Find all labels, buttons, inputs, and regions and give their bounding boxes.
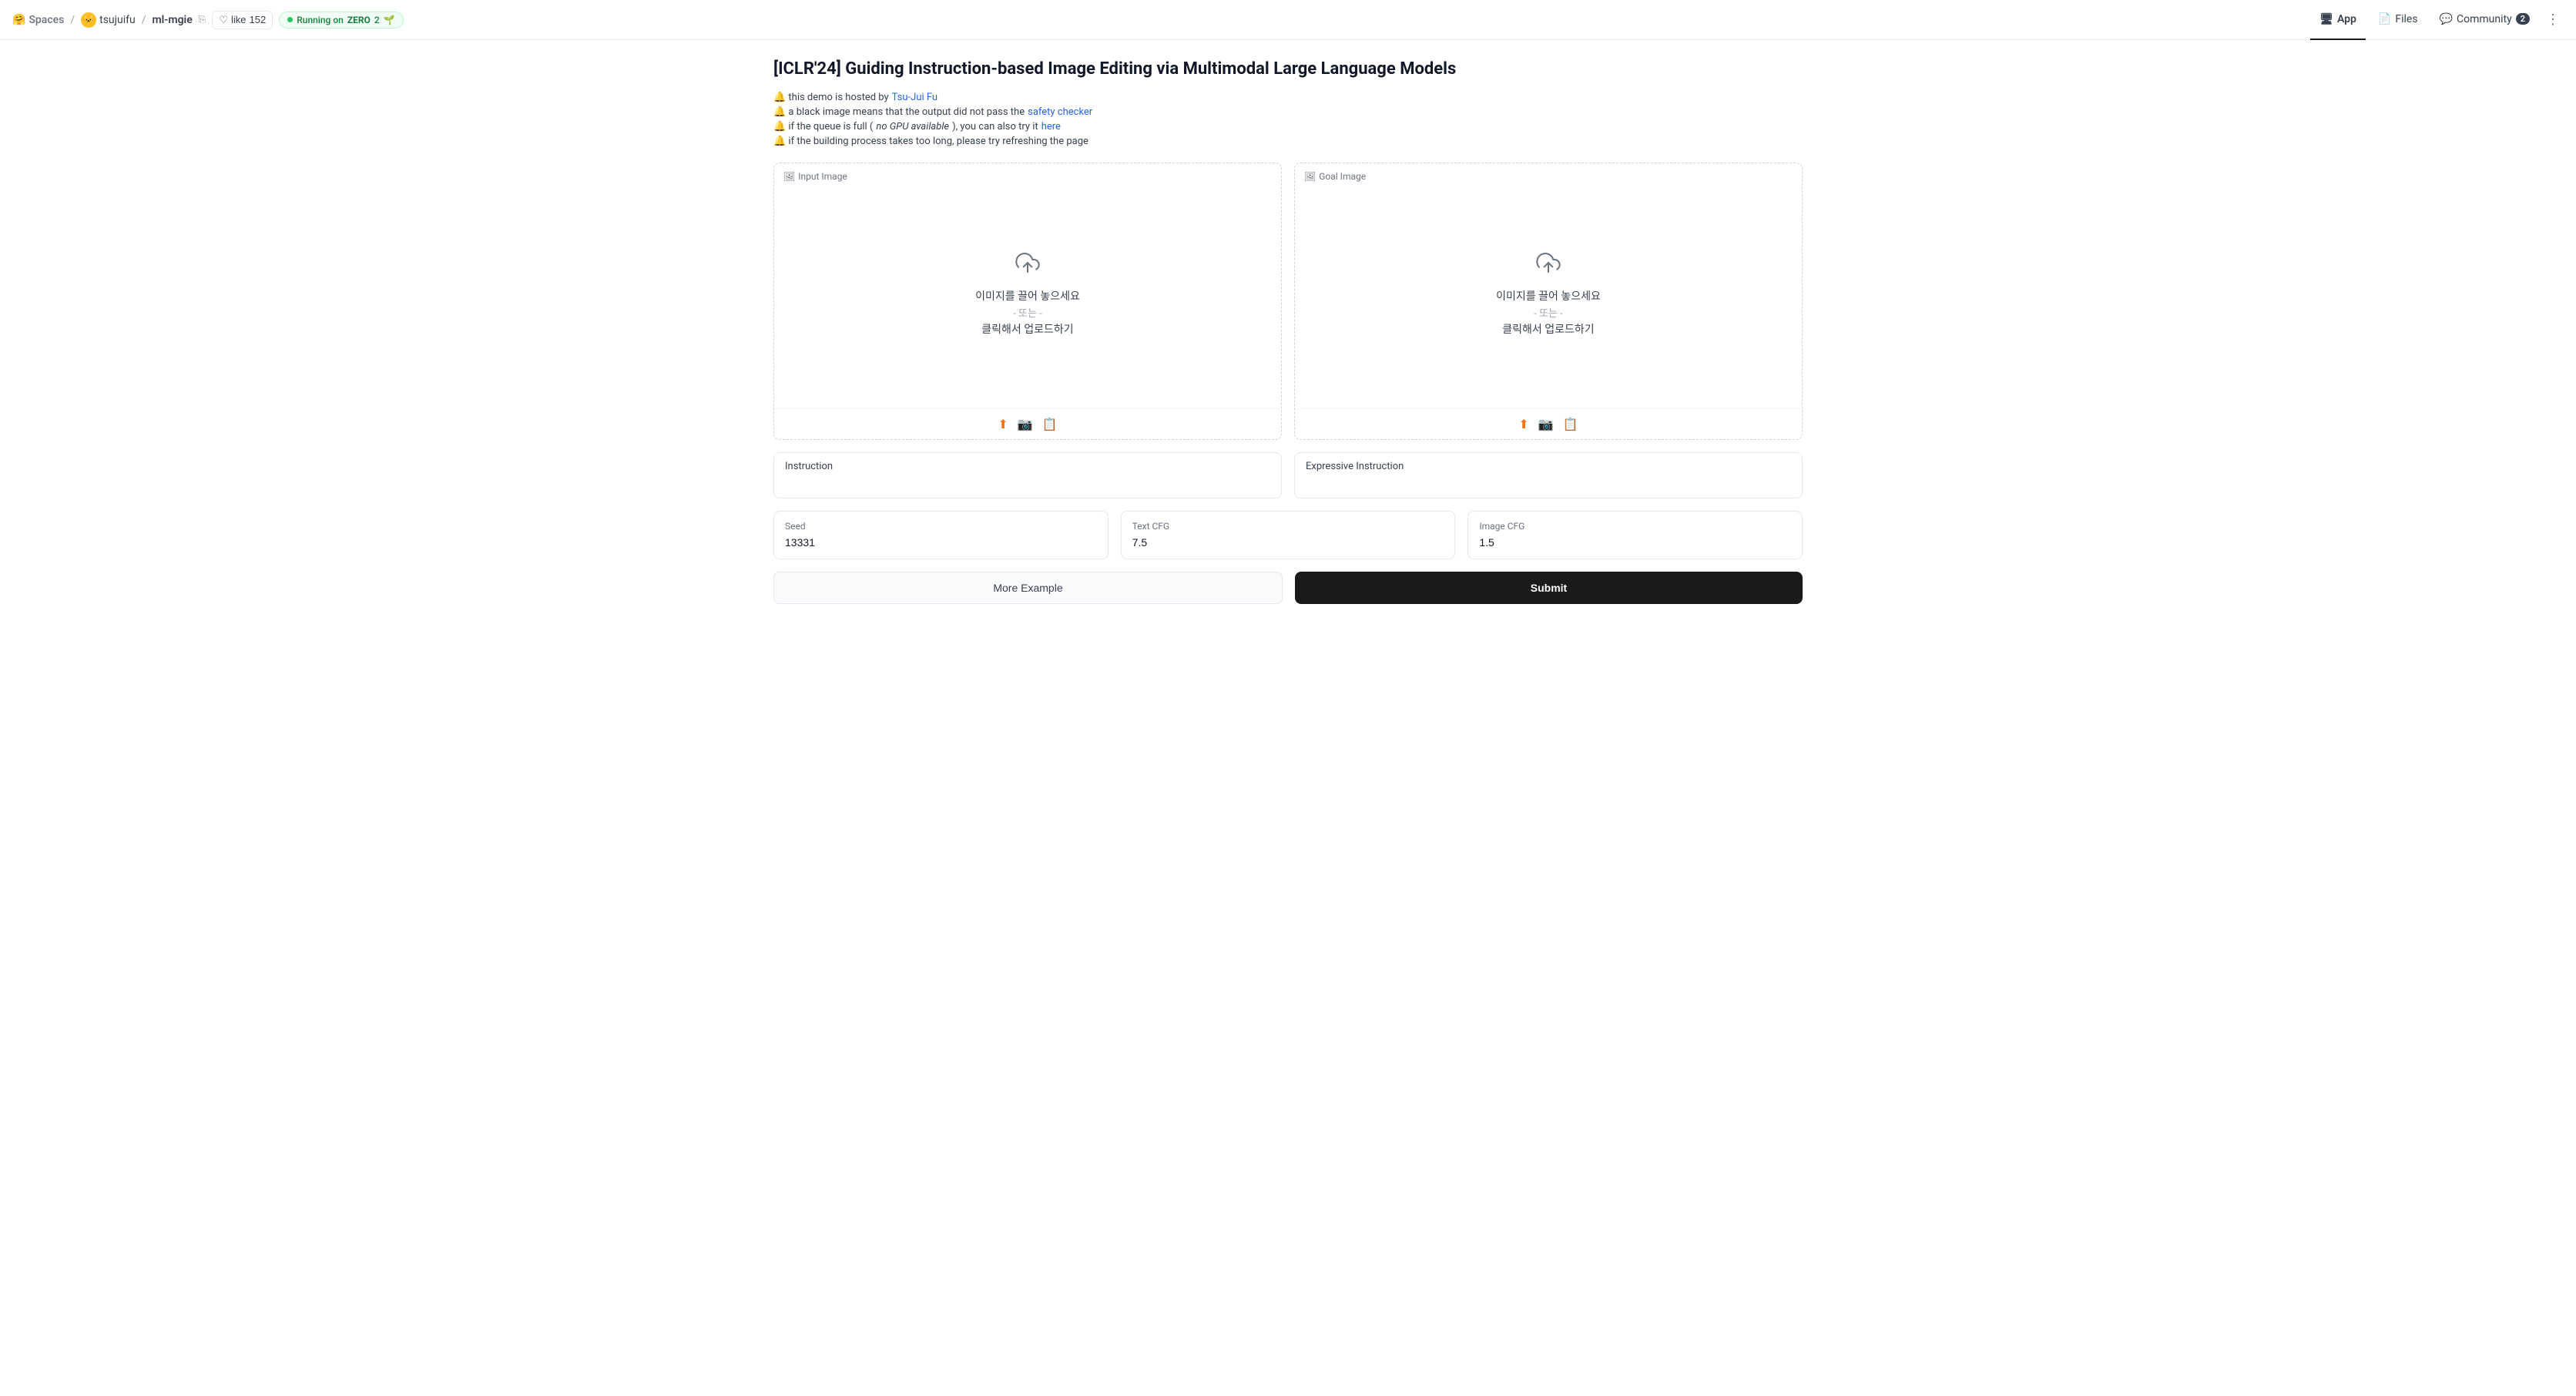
- breadcrumb-sep2: /: [142, 14, 146, 26]
- files-icon: 📄: [2378, 13, 2391, 25]
- page-title: [ICLR'24] Guiding Instruction-based Imag…: [773, 59, 1803, 81]
- input-upload-text-or: - 또는 -: [1013, 305, 1042, 320]
- info-item-4: 🔔 if the building process takes too long…: [773, 136, 1803, 147]
- more-example-button[interactable]: More Example: [773, 572, 1283, 604]
- goal-image-label-text: Goal Image: [1319, 171, 1366, 182]
- expressive-instruction-group: Expressive Instruction: [1294, 452, 1803, 498]
- goal-upload-text-click: 클릭해서 업로드하기: [1502, 321, 1594, 337]
- goal-image-dropzone[interactable]: 이미지를 끌어 놓으세요 - 또는 - 클릭해서 업로드하기: [1295, 163, 1802, 408]
- params-row: Seed Text CFG Image CFG: [773, 511, 1803, 559]
- navbar-right: 🖥 App 📄 Files 💬 Community 2 ⋮: [2310, 0, 2564, 40]
- info3-italic: no GPU available: [876, 121, 949, 133]
- spaces-label: Spaces: [29, 14, 64, 26]
- expressive-instruction-label: Expressive Instruction: [1306, 461, 1791, 472]
- info-item-2: 🔔 a black image means that the output di…: [773, 106, 1803, 118]
- button-row: More Example Submit: [773, 572, 1803, 604]
- info3-link[interactable]: here: [1041, 121, 1061, 133]
- seedling-icon: 🌱: [384, 15, 395, 25]
- text-cfg-group: Text CFG: [1121, 511, 1456, 559]
- info3-text-mid: ), you can also try it: [952, 121, 1038, 133]
- tab-app-label: App: [2337, 13, 2356, 25]
- goal-webcam-icon[interactable]: 📷: [1538, 417, 1554, 431]
- copy-icon[interactable]: ⎘: [199, 14, 206, 25]
- goal-image-icon: 🖼: [1304, 171, 1316, 182]
- tab-app[interactable]: 🖥 App: [2310, 0, 2366, 40]
- upload-arrow-icon: [1015, 250, 1040, 280]
- running-label: Running on: [297, 15, 344, 25]
- like-count: 152: [250, 14, 267, 25]
- instruction-row: Instruction Expressive Instruction: [773, 452, 1803, 498]
- zero-badge: ZERO: [347, 15, 371, 25]
- like-label: like: [231, 14, 247, 25]
- text-cfg-label: Text CFG: [1132, 521, 1444, 532]
- community-badge: 2: [2516, 13, 2530, 25]
- image-cfg-label: Image CFG: [1479, 521, 1791, 532]
- goal-image-toolbar: ⬆ 📷 📋: [1295, 408, 1802, 439]
- input-upload-text-click: 클릭해서 업로드하기: [981, 321, 1073, 337]
- community-icon: 💬: [2440, 13, 2453, 25]
- navbar-left: 🤗 Spaces / 🐱 tsujuifu / ml-mgie ⎘ ♡ like…: [12, 11, 2304, 29]
- info2-text-before: 🔔 a black image means that the output di…: [773, 106, 1025, 118]
- seed-group: Seed: [773, 511, 1109, 559]
- input-webcam-icon[interactable]: 📷: [1018, 417, 1033, 431]
- goal-upload-text-or: - 또는 -: [1534, 305, 1563, 320]
- input-image-dropzone[interactable]: 이미지를 끌어 놓으세요 - 또는 - 클릭해서 업로드하기: [774, 163, 1281, 408]
- instruction-group: Instruction: [773, 452, 1282, 498]
- text-cfg-input[interactable]: [1132, 536, 1444, 549]
- navbar: 🤗 Spaces / 🐱 tsujuifu / ml-mgie ⎘ ♡ like…: [0, 0, 2576, 40]
- seed-label: Seed: [785, 521, 1097, 532]
- user-avatar: 🐱: [81, 12, 96, 28]
- instruction-input[interactable]: [785, 477, 1270, 489]
- running-count: 2: [374, 15, 380, 25]
- tab-community-label: Community: [2457, 13, 2512, 25]
- instruction-label: Instruction: [785, 461, 1270, 472]
- info-item-1: 🔔 this demo is hosted by Tsu-Jui Fu: [773, 92, 1803, 103]
- goal-clipboard-icon[interactable]: 📋: [1563, 417, 1578, 431]
- breadcrumb-sep: /: [70, 14, 75, 26]
- goal-image-label: 🖼 Goal Image: [1304, 171, 1366, 182]
- spaces-icon: 🤗: [12, 14, 25, 26]
- goal-upload-arrow-icon: [1536, 250, 1561, 280]
- info-item-3: 🔔 if the queue is full ( no GPU availabl…: [773, 121, 1803, 133]
- seed-input[interactable]: [785, 536, 1097, 549]
- user-link[interactable]: 🐱 tsujuifu: [81, 12, 136, 28]
- input-image-label-text: Input Image: [798, 171, 847, 182]
- username: tsujuifu: [99, 14, 136, 26]
- input-upload-icon[interactable]: ⬆: [998, 417, 1008, 431]
- info1-link[interactable]: Tsu-Jui Fu: [892, 92, 937, 103]
- like-button[interactable]: ♡ like 152: [212, 11, 273, 29]
- info4-text: 🔔 if the building process takes too long…: [773, 136, 1088, 147]
- expressive-instruction-input[interactable]: [1306, 477, 1791, 489]
- tab-community[interactable]: 💬 Community 2: [2430, 0, 2539, 40]
- info-list: 🔔 this demo is hosted by Tsu-Jui Fu 🔔 a …: [773, 92, 1803, 147]
- info3-text-before: 🔔 if the queue is full (: [773, 121, 873, 133]
- info2-link[interactable]: safety checker: [1028, 106, 1092, 118]
- tab-files[interactable]: 📄 Files: [2369, 0, 2427, 40]
- running-dot: [287, 17, 293, 22]
- repo-link[interactable]: ml-mgie: [153, 14, 193, 26]
- more-icon: ⋮: [2546, 12, 2560, 28]
- image-cfg-input[interactable]: [1479, 536, 1791, 549]
- goal-upload-icon[interactable]: ⬆: [1518, 417, 1528, 431]
- info1-text-before: 🔔 this demo is hosted by: [773, 92, 889, 103]
- submit-button[interactable]: Submit: [1295, 572, 1803, 604]
- input-upload-text-main: 이미지를 끌어 놓으세요: [975, 288, 1080, 304]
- input-image-icon: 🖼: [783, 171, 795, 182]
- heart-icon: ♡: [219, 14, 228, 26]
- main-content: [ICLR'24] Guiding Instruction-based Imag…: [749, 40, 1827, 635]
- goal-image-panel[interactable]: 🖼 Goal Image 이미지를 끌어 놓으세요 - 또는 - 클릭해서 업로…: [1294, 163, 1803, 440]
- goal-upload-text-main: 이미지를 끌어 놓으세요: [1496, 288, 1601, 304]
- tab-files-label: Files: [2395, 13, 2417, 25]
- image-upload-row: 🖼 Input Image 이미지를 끌어 놓으세요 - 또는 - 클릭해서 업…: [773, 163, 1803, 440]
- input-image-panel[interactable]: 🖼 Input Image 이미지를 끌어 놓으세요 - 또는 - 클릭해서 업…: [773, 163, 1282, 440]
- spaces-link[interactable]: 🤗 Spaces: [12, 14, 64, 26]
- image-cfg-group: Image CFG: [1467, 511, 1803, 559]
- input-image-label: 🖼 Input Image: [783, 171, 847, 182]
- running-badge: Running on ZERO 2 🌱: [279, 12, 403, 29]
- more-menu-button[interactable]: ⋮: [2542, 9, 2564, 31]
- app-icon: 🖥: [2319, 13, 2333, 25]
- input-image-toolbar: ⬆ 📷 📋: [774, 408, 1281, 439]
- input-clipboard-icon[interactable]: 📋: [1042, 417, 1058, 431]
